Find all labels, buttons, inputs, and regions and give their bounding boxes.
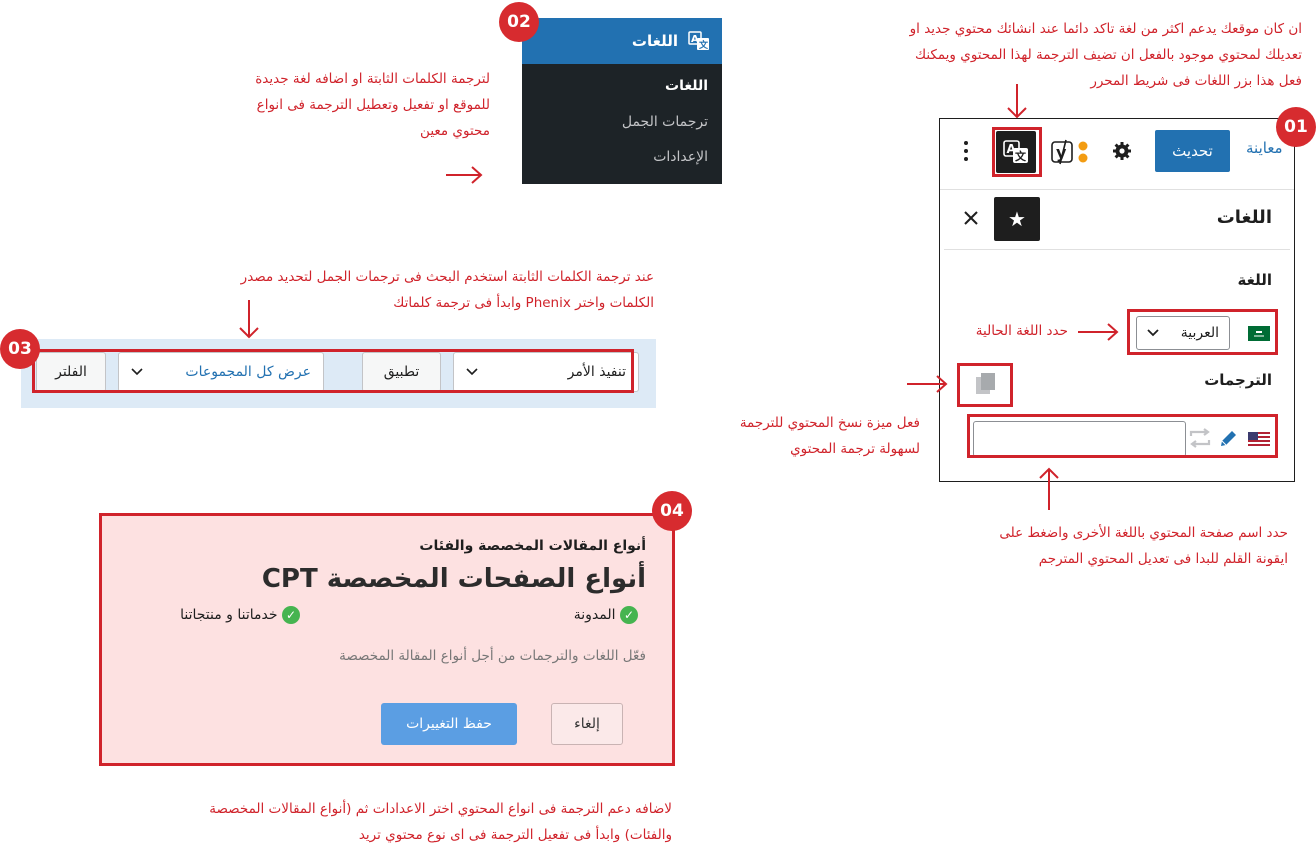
annotation-line: ايقونة القلم للبدا فى تعديل المحتوي المت…: [1038, 551, 1288, 567]
annotation-line: لاضافه دعم الترجمة فى انواع المحتوي اختر…: [209, 801, 672, 817]
admin-menu-title: اللغات: [631, 32, 678, 50]
annotation-line: لسهولة ترجمة المحتوي: [790, 441, 920, 457]
annotation-line: تعديلك لمحتوي موجود بالفعل ان تضيف الترج…: [914, 47, 1302, 63]
cpt-option-services[interactable]: ✓ خدماتنا و منتجاتنا: [180, 606, 300, 624]
annotation-line: حدد اسم صفحة المحتوي باللغة الأخرى واضغط…: [999, 525, 1288, 541]
arrow-up-icon: [1039, 467, 1059, 510]
annotation-line: للموقع او تفعيل وتعطيل الترجمة فى انواع: [256, 97, 490, 113]
cpt-option-label: المدونة: [573, 607, 616, 623]
admin-menu-languages: اللغات A 文 اللغات ترجمات الجمل الإعدادات: [522, 18, 722, 184]
yoast-icon[interactable]: y: [1050, 139, 1092, 165]
translate-icon: A 文: [688, 31, 709, 51]
highlight-languages-button: [992, 127, 1042, 177]
step-badge-01: 01: [1276, 107, 1316, 147]
sidebar-title: اللغات: [1216, 207, 1272, 228]
arrow-down-icon: [1007, 84, 1027, 119]
check-circle-icon: ✓: [620, 606, 638, 624]
cpt-description: فعّل اللغات والترجمات من أجل أنواع المقا…: [339, 648, 646, 664]
annotation-line: محتوي معين: [420, 123, 490, 139]
cpt-option-blog[interactable]: ✓ المدونة: [574, 606, 638, 624]
annotation-current-language: حدد اللغة الحالية: [975, 323, 1068, 339]
admin-menu-header[interactable]: اللغات A 文: [522, 18, 722, 64]
save-changes-button[interactable]: حفظ التغييرات: [381, 703, 517, 745]
annotation-line: والفئات) وابدأ فى تفعيل الترجمة فى اى نو…: [358, 827, 672, 843]
step-badge-04: 04: [652, 491, 692, 531]
annotation-line: عند ترجمة الكلمات الثابتة استخدم البحث ف…: [240, 269, 654, 285]
arrow-right-icon: [446, 166, 483, 184]
step-badge-03: 03: [0, 329, 40, 369]
cancel-button[interactable]: إلغاء: [551, 703, 623, 745]
highlight-filter-bar: [32, 349, 634, 393]
arrow-down-icon: [239, 300, 259, 339]
pin-sidebar-star-icon[interactable]: ★: [994, 197, 1040, 241]
annotation-cpt: لاضافه دعم الترجمة فى انواع المحتوي اختر…: [112, 796, 672, 848]
annotation-line: فعل هذا بزر اللغات فى شريط المحرر: [1090, 73, 1302, 89]
cpt-option-label: خدماتنا و منتجاتنا: [180, 607, 278, 623]
svg-text:文: 文: [698, 39, 709, 51]
cpt-section-label: أنواع المقالات المخصصة والفئات: [419, 538, 646, 554]
admin-menu-item-languages[interactable]: اللغات: [665, 78, 708, 94]
annotation-line: فعل ميزة نسخ المحتوي للترجمة: [739, 415, 920, 431]
highlight-copy-icon: [957, 363, 1013, 407]
annotation-filter: عند ترجمة الكلمات الثابتة استخدم البحث ف…: [134, 264, 654, 316]
settings-gear-icon[interactable]: [1112, 141, 1132, 161]
check-circle-icon: ✓: [282, 606, 300, 624]
admin-menu-item-string-translations[interactable]: ترجمات الجمل: [622, 114, 708, 130]
arrow-right-icon: [907, 375, 948, 393]
cpt-heading: أنواع الصفحات المخصصة CPT: [261, 564, 646, 594]
arrow-right-icon: [1078, 323, 1119, 341]
language-label: اللغة: [1237, 271, 1272, 289]
translations-label: الترجمات: [1204, 371, 1272, 389]
update-button[interactable]: تحديث: [1155, 130, 1230, 172]
more-options-icon[interactable]: [962, 139, 970, 163]
close-icon[interactable]: [964, 211, 978, 225]
annotation-line: الكلمات واختر Phenix وابدأ فى ترجمة كلما…: [393, 295, 654, 311]
annotation-copy: فعل ميزة نسخ المحتوي للترجمة لسهولة ترجم…: [640, 410, 920, 462]
highlight-translation-row: [967, 414, 1278, 458]
annotation-menu: لترجمة الكلمات الثابتة او اضافه لغة جديد…: [190, 66, 490, 144]
highlight-language-select: [1127, 309, 1278, 355]
step-badge-02: 02: [499, 2, 539, 42]
toolbar-divider: [940, 189, 1294, 190]
annotation-line: ان كان موقعك يدعم اكثر من لغة تاكد دائما…: [909, 21, 1302, 37]
sidebar-divider: [944, 249, 1290, 250]
annotation-editor-intro: ان كان موقعك يدعم اكثر من لغة تاكد دائما…: [782, 16, 1302, 94]
admin-menu-item-settings[interactable]: الإعدادات: [653, 149, 708, 165]
preview-link[interactable]: معاينة: [1246, 139, 1283, 157]
cpt-settings-panel: أنواع المقالات المخصصة والفئات أنواع الص…: [99, 513, 675, 766]
annotation-line: لترجمة الكلمات الثابتة او اضافه لغة جديد…: [255, 71, 490, 87]
annotation-translation: حدد اسم صفحة المحتوي باللغة الأخرى واضغط…: [908, 520, 1288, 572]
